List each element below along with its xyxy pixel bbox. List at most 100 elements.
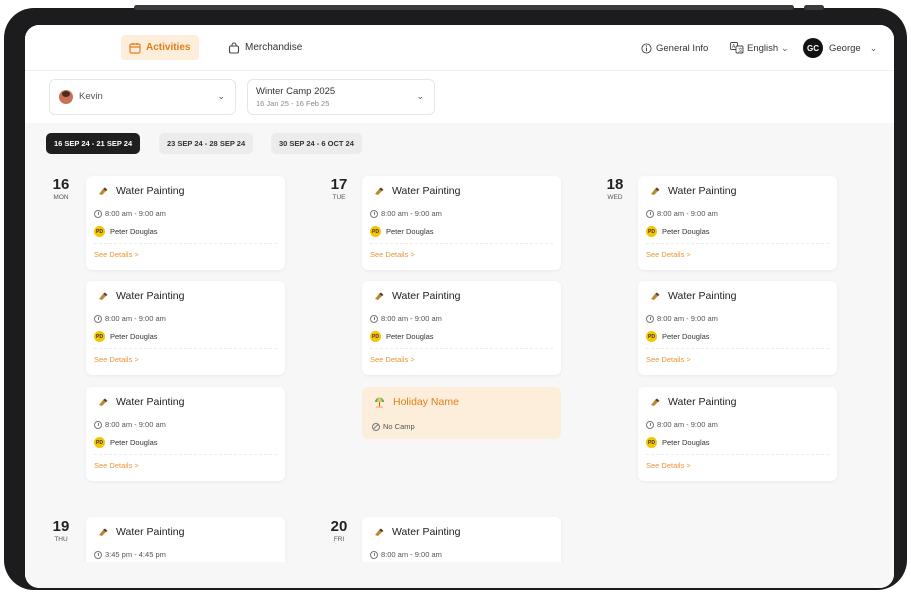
activity-time: 3:45 pm - 4:45 pm <box>105 550 166 559</box>
translate-icon: A文 <box>730 42 744 54</box>
day-label-tue: 17 TUE <box>327 176 351 202</box>
day-of-week: THU <box>54 536 68 543</box>
calendar-icon <box>129 42 141 54</box>
divider <box>646 348 829 349</box>
clock-icon <box>94 209 102 218</box>
activity-time: 8:00 am - 9:00 am <box>105 209 166 218</box>
activity-card[interactable]: Water Painting 8:00 am - 9:00 am PD Peter… <box>638 176 837 270</box>
app-screen: Activities Merchandise General Info A文 E… <box>25 25 894 588</box>
day-label-mon: 16 MON <box>49 176 73 202</box>
child-avatar <box>59 90 73 104</box>
see-details-link[interactable]: See Details > <box>370 355 415 364</box>
day-of-week: TUE <box>332 194 346 201</box>
instructor-avatar: PD <box>94 226 105 237</box>
divider <box>94 454 277 455</box>
activity-time: 8:00 am - 9:00 am <box>381 209 442 218</box>
chevron-down-icon: ⌄ <box>416 91 424 101</box>
divider <box>370 243 553 244</box>
clock-icon <box>370 550 378 559</box>
svg-text:文: 文 <box>738 47 743 54</box>
bottom-edge <box>25 562 894 588</box>
beach-umbrella-icon <box>375 397 384 408</box>
user-name: George <box>829 42 861 54</box>
activity-card[interactable]: Water Painting 8:00 am - 9:00 am PD Peter… <box>362 176 561 270</box>
paintbrush-icon <box>99 187 108 195</box>
activity-card[interactable]: Water Painting 8:00 am - 9:00 am PD Peter… <box>86 387 285 481</box>
see-details-link[interactable]: See Details > <box>94 250 139 259</box>
paintbrush-icon <box>375 187 384 195</box>
general-info-label: General Info <box>656 42 709 54</box>
day-number: 20 <box>330 518 348 535</box>
user-menu[interactable]: GC George ⌄ <box>803 35 877 61</box>
activity-title: Water Painting <box>668 290 737 302</box>
camp-select[interactable]: Winter Camp 2025 16 Jan 25 - 16 Feb 25 ⌄ <box>247 79 435 115</box>
tab-activities-label: Activities <box>146 42 191 53</box>
tab-activities[interactable]: Activities <box>121 35 200 60</box>
week-chip-1[interactable]: 16 SEP 24 - 21 SEP 24 <box>46 133 141 154</box>
paintbrush-icon <box>375 292 384 300</box>
clock-icon <box>646 420 654 429</box>
see-details-link[interactable]: See Details > <box>94 461 139 470</box>
holiday-title: Holiday Name <box>393 396 459 408</box>
activity-time: 8:00 am - 9:00 am <box>105 314 166 323</box>
week-chip-3[interactable]: 30 SEP 24 - 6 OCT 24 <box>271 133 362 154</box>
language-selector[interactable]: A文 English ⌄ <box>730 35 789 61</box>
activity-title: Water Painting <box>392 290 461 302</box>
chevron-down-icon: ⌄ <box>217 91 225 101</box>
paintbrush-icon <box>99 398 108 406</box>
see-details-link[interactable]: See Details > <box>646 461 691 470</box>
clock-icon <box>94 420 102 429</box>
instructor-avatar: PD <box>94 331 105 342</box>
instructor-avatar: PD <box>646 437 657 448</box>
activity-title: Water Painting <box>116 290 185 302</box>
camp-title: Winter Camp 2025 <box>256 86 336 97</box>
activity-time: 8:00 am - 9:00 am <box>105 420 166 429</box>
see-details-link[interactable]: See Details > <box>646 355 691 364</box>
activity-card[interactable]: Water Painting 8:00 am - 9:00 am PD Peter… <box>362 281 561 375</box>
clock-icon <box>370 314 378 323</box>
day-of-week: MON <box>53 194 69 201</box>
clock-icon <box>94 550 102 559</box>
instructor-avatar: PD <box>646 226 657 237</box>
day-number: 17 <box>330 176 348 193</box>
instructor-name: Peter Douglas <box>386 332 434 341</box>
see-details-link[interactable]: See Details > <box>94 355 139 364</box>
camp-dates: 16 Jan 25 - 16 Feb 25 <box>256 99 330 108</box>
clock-icon <box>646 209 654 218</box>
day-number: 18 <box>606 176 624 193</box>
activity-time: 8:00 am - 9:00 am <box>657 420 718 429</box>
see-details-link[interactable]: See Details > <box>646 250 691 259</box>
divider <box>646 243 829 244</box>
day-of-week: FRI <box>333 536 345 543</box>
divider <box>370 348 553 349</box>
instructor-name: Peter Douglas <box>110 438 158 447</box>
instructor-avatar: PD <box>646 331 657 342</box>
instructor-name: Peter Douglas <box>662 438 710 447</box>
no-entry-icon <box>372 422 380 431</box>
activity-time: 8:00 am - 9:00 am <box>657 209 718 218</box>
instructor-avatar: PD <box>370 331 381 342</box>
holiday-card[interactable]: Holiday Name No Camp <box>362 387 561 439</box>
holiday-note: No Camp <box>383 422 415 431</box>
activity-card[interactable]: Water Painting 8:00 am - 9:00 am PD Peter… <box>86 176 285 270</box>
day-of-week: WED <box>607 194 623 201</box>
paintbrush-icon <box>99 528 108 536</box>
week-chip-2[interactable]: 23 SEP 24 - 28 SEP 24 <box>159 133 254 154</box>
tab-merchandise-label: Merchandise <box>245 42 303 53</box>
paintbrush-icon <box>651 292 660 300</box>
tab-merchandise[interactable]: Merchandise <box>220 35 311 60</box>
activity-card[interactable]: Water Painting 8:00 am - 9:00 am PD Peter… <box>638 387 837 481</box>
day-number: 16 <box>52 176 70 193</box>
activity-title: Water Painting <box>116 185 185 197</box>
general-info-link[interactable]: General Info <box>641 35 708 61</box>
activity-card[interactable]: Water Painting 8:00 am - 9:00 am PD Peter… <box>86 281 285 375</box>
instructor-avatar: PD <box>370 226 381 237</box>
clock-icon <box>94 314 102 323</box>
clock-icon <box>646 314 654 323</box>
activity-card[interactable]: Water Painting 8:00 am - 9:00 am PD Peter… <box>638 281 837 375</box>
paintbrush-icon <box>375 528 384 536</box>
paintbrush-icon <box>651 187 660 195</box>
child-select[interactable]: Kevin ⌄ <box>49 79 236 115</box>
paintbrush-icon <box>99 292 108 300</box>
see-details-link[interactable]: See Details > <box>370 250 415 259</box>
